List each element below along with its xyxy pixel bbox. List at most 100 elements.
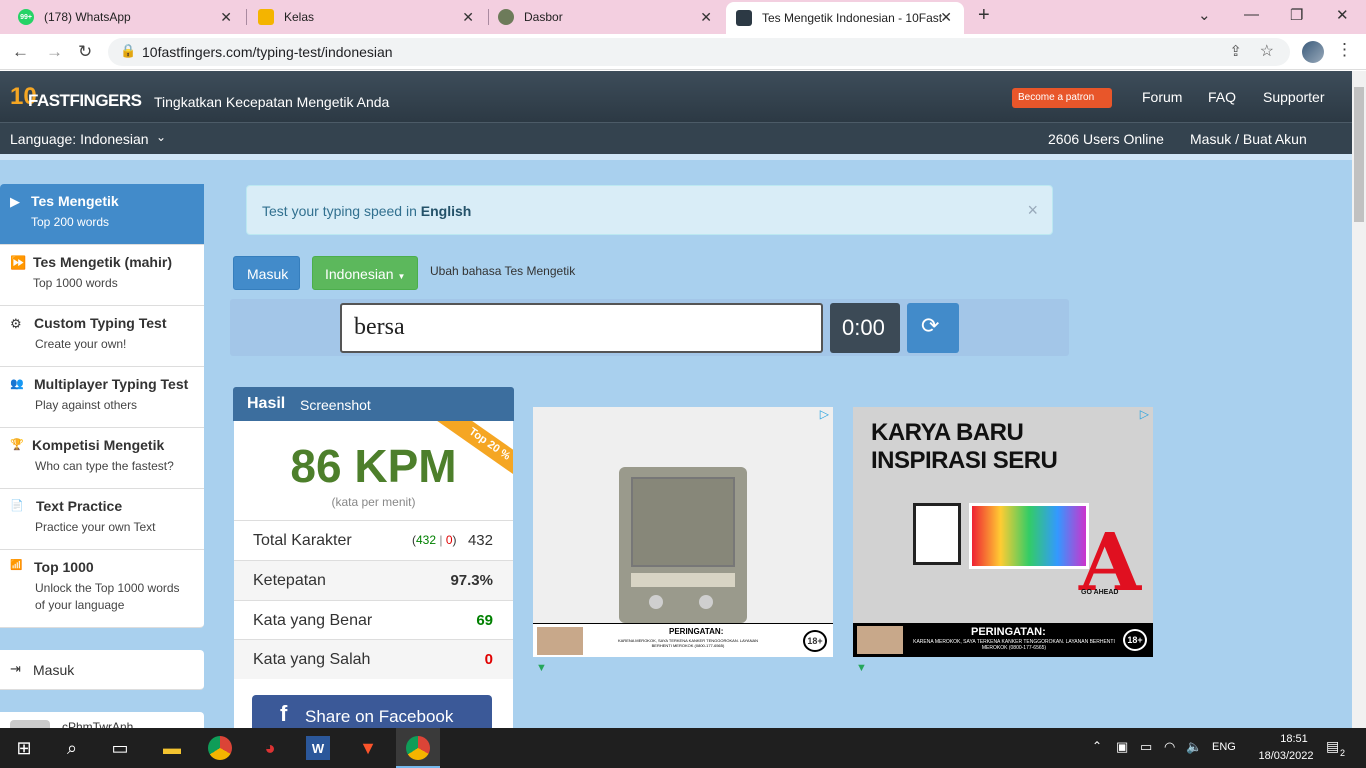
windows-start-icon[interactable]: ⊞ — [12, 736, 36, 760]
users-online: 2606 Users Online — [1048, 131, 1164, 147]
adchoices-icon[interactable]: ▷ — [1140, 407, 1149, 421]
masuk-button[interactable]: Masuk — [233, 256, 300, 290]
close-icon[interactable]: ✕ — [940, 9, 952, 26]
speaker-icon[interactable]: 🔈 — [1186, 739, 1202, 755]
back-icon[interactable]: ← — [12, 42, 29, 62]
close-icon[interactable]: ✕ — [220, 9, 232, 26]
sidebar-item-title: Tes Mengetik — [31, 193, 119, 209]
warning-title: PERINGATAN: — [971, 626, 1046, 638]
tab-whatsapp[interactable]: 99+ (178) WhatsApp ✕ — [8, 0, 244, 34]
scrollbar[interactable] — [1352, 71, 1366, 728]
profile-avatar[interactable] — [1302, 41, 1324, 63]
star-icon[interactable]: ☆ — [1260, 41, 1274, 61]
clock-time[interactable]: 18:51 — [1266, 733, 1322, 745]
radio-dial — [631, 573, 735, 587]
clock-date[interactable]: 18/03/2022 — [1248, 750, 1324, 762]
scrollbar-thumb[interactable] — [1354, 87, 1364, 222]
refresh-icon: ⟳ — [921, 313, 940, 338]
chevron-up-icon[interactable]: ⌃ — [1092, 739, 1102, 753]
results-header: Hasil Screenshot — [233, 387, 514, 421]
nav-faq[interactable]: FAQ — [1208, 89, 1236, 105]
tray-icon[interactable]: ▣ — [1116, 739, 1128, 755]
chevron-down-icon[interactable]: ⌄ — [156, 130, 166, 144]
typing-input[interactable]: bersa — [340, 303, 823, 353]
sidebar-item-text-practice[interactable]: 📄 Text Practice Practice your own Text — [0, 489, 204, 550]
battery-icon[interactable]: ▭ — [1140, 739, 1152, 755]
task-view-icon[interactable]: ▭ — [108, 736, 132, 760]
new-tab-button[interactable]: + — [978, 4, 990, 27]
tab-dasbor[interactable]: Dasbor ✕ — [488, 0, 724, 34]
tab-typing-test[interactable]: Tes Mengetik Indonesian - 10Fast ✕ — [726, 2, 964, 34]
active-chrome-task[interactable] — [396, 728, 440, 768]
sidebar-item-multiplayer[interactable]: 👥 Multiplayer Typing Test Play against o… — [0, 367, 204, 428]
sidebar-item-sub: Top 200 words — [31, 215, 110, 229]
windows-taskbar: ⊞ ⌕ ▭ ▬ ◕ W ▼ ⌃ ▣ ▭ ◠ 🔈 ENG 18:51 18/03/… — [0, 728, 1366, 768]
language-select[interactable]: Language: Indonesian — [10, 131, 149, 147]
close-window-button[interactable]: ✕ — [1336, 6, 1349, 24]
sidebar-item-competition[interactable]: 🏆 Kompetisi Mengetik Who can type the fa… — [0, 428, 204, 489]
warning-photo — [857, 626, 903, 654]
minimize-button[interactable]: — — [1244, 6, 1259, 23]
chrome-icon[interactable] — [208, 736, 232, 760]
omnibox[interactable]: 🔒 10fastfingers.com/typing-test/indonesi… — [108, 38, 1290, 66]
tab-screenshot[interactable]: Screenshot — [300, 397, 371, 413]
logo-text: FASTFINGERS — [28, 91, 142, 110]
ad-banner-karya[interactable]: ▷ KARYA BARU INSPIRASI SERU A GO AHEAD P… — [853, 407, 1153, 657]
sidebar-item-custom[interactable]: ⚙ Custom Typing Test Create your own! — [0, 306, 204, 367]
notification-count: 2 — [1340, 748, 1346, 758]
file-explorer-icon[interactable]: ▬ — [160, 736, 184, 760]
age-badge: 18+ — [1123, 629, 1147, 651]
search-icon[interactable]: ⌕ — [60, 736, 84, 760]
notification-icon[interactable]: ▤ — [1326, 738, 1339, 755]
paint-icon[interactable]: ◕ — [258, 736, 282, 760]
sidebar-item-tes-mengetik[interactable]: ▶ Tes Mengetik Top 200 words — [0, 184, 204, 245]
lock-icon[interactable]: 🔒 — [120, 43, 136, 59]
main-content: ▶ Tes Mengetik Top 200 words ⏩ Tes Menge… — [0, 154, 1352, 734]
nav-forum[interactable]: Forum — [1142, 89, 1182, 105]
brave-icon[interactable]: ▼ — [356, 736, 380, 760]
tab-search-icon[interactable]: ⌄ — [1198, 6, 1211, 24]
share-facebook-button[interactable]: f Share on Facebook — [252, 695, 492, 728]
ad-headline: INSPIRASI SERU — [871, 447, 1058, 474]
share-icon[interactable]: ⇪ — [1229, 42, 1242, 60]
adchoices-icon[interactable]: ▷ — [820, 407, 829, 421]
language-bar: Language: Indonesian ⌄ 2606 Users Online… — [0, 122, 1352, 154]
sidebar-login[interactable]: ⇥ Masuk — [0, 650, 204, 690]
word-icon[interactable]: W — [306, 736, 330, 760]
language-alert: Test your typing speed in English × — [246, 185, 1053, 235]
close-icon[interactable]: × — [1027, 200, 1038, 221]
wifi-icon[interactable]: ◠ — [1164, 739, 1175, 755]
tab-hasil[interactable]: Hasil — [247, 395, 285, 413]
language-indicator[interactable]: ENG — [1212, 741, 1236, 753]
language-dropdown-button[interactable]: Indonesian ▼ — [312, 256, 418, 290]
close-icon[interactable]: ✕ — [462, 9, 474, 26]
timer: 0:00 — [830, 303, 900, 353]
warning-photo — [537, 627, 583, 655]
whatsapp-icon: 99+ — [18, 9, 34, 25]
row-value: 432 — [467, 532, 493, 549]
site-header: 10 FASTFINGERS Tingkatkan Kecepatan Meng… — [0, 71, 1352, 122]
close-icon[interactable]: ✕ — [700, 9, 712, 26]
menu-icon[interactable]: ⋮ — [1336, 40, 1353, 60]
sidebar-item-title: Text Practice — [36, 498, 123, 514]
nav-supporter[interactable]: Supporter — [1263, 89, 1324, 105]
login-link[interactable]: Masuk / Buat Akun — [1190, 131, 1307, 147]
patreon-button[interactable]: Become a patron — [1012, 88, 1112, 108]
alert-english-link[interactable]: English — [421, 203, 472, 219]
fastfingers-favicon — [736, 10, 752, 26]
site-logo[interactable]: 10 FASTFINGERS — [10, 79, 142, 115]
reload-icon[interactable]: ↻ — [78, 42, 92, 62]
radio-speaker — [631, 477, 735, 567]
forward-icon[interactable]: → — [46, 42, 63, 62]
tab-kelas[interactable]: Kelas ✕ — [248, 0, 486, 34]
users-icon: 👥 — [10, 378, 24, 390]
ad-banner-radio[interactable]: ▷ PERINGATAN: KARENA MEROKOK, SAYA TERKE… — [533, 407, 833, 657]
restart-button[interactable]: ⟳ — [907, 303, 959, 353]
maximize-button[interactable]: ❐ — [1290, 6, 1303, 24]
url-text[interactable]: 10fastfingers.com/typing-test/indonesian — [142, 44, 393, 60]
warning-text: KARENA MEROKOK, SAYA TERKENA KANKER TENG… — [913, 639, 1115, 651]
sidebar-item-sub: Create your own! — [35, 337, 127, 351]
sidebar-item-top1000[interactable]: 📶 Top 1000 Unlock the Top 1000 words of … — [0, 550, 204, 628]
document-icon: 📄 — [10, 500, 24, 512]
sidebar-item-advanced[interactable]: ⏩ Tes Mengetik (mahir) Top 1000 words — [0, 245, 204, 306]
